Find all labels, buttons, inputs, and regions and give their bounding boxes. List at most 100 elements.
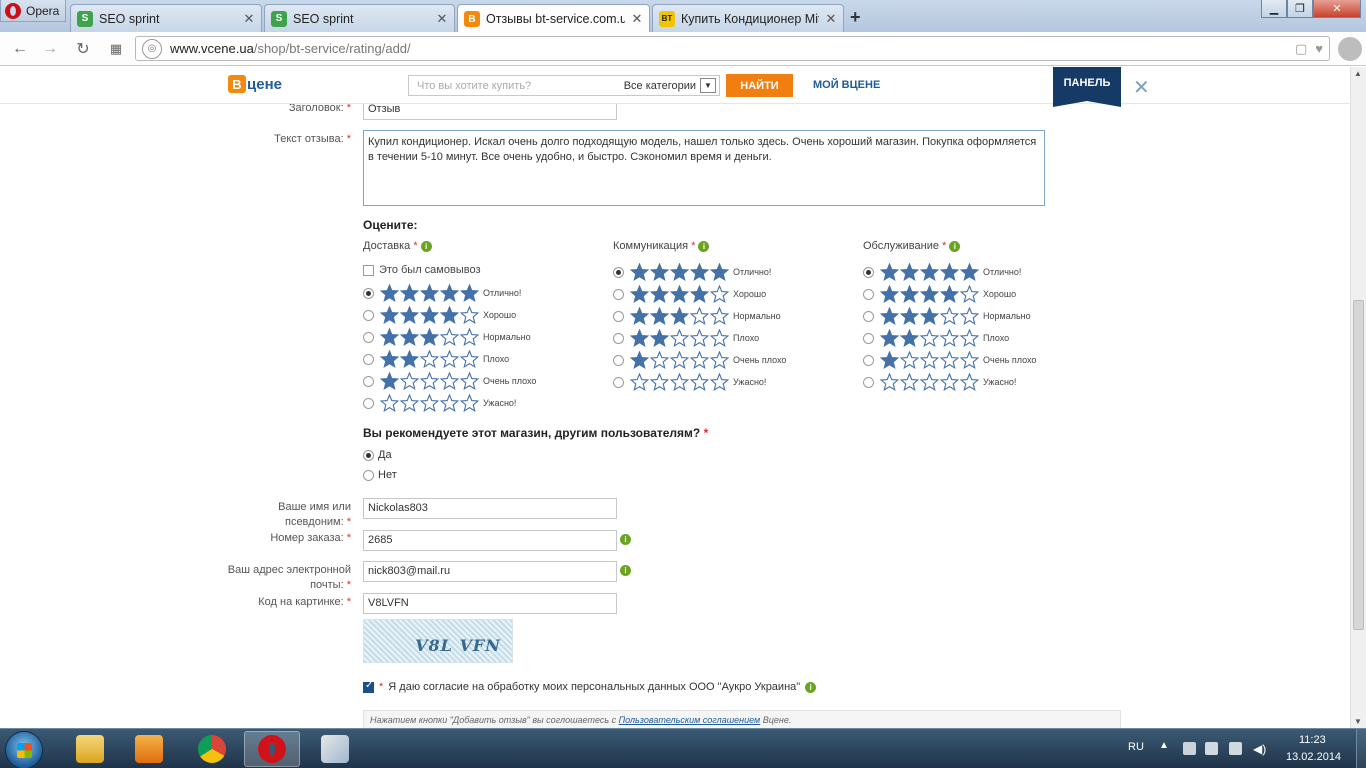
scroll-thumb[interactable] (1353, 300, 1364, 630)
rating-option[interactable]: Плохо (363, 349, 509, 368)
taskbar-opera[interactable] (244, 731, 300, 767)
rating-option[interactable]: Очень плохо (863, 350, 1036, 369)
rating-radio[interactable] (613, 266, 624, 278)
pickup-checkbox[interactable] (363, 264, 374, 276)
bookmark-heart-icon[interactable]: ♥ (1315, 41, 1323, 57)
tab-close-icon[interactable]: ✕ (631, 11, 643, 27)
rating-option[interactable]: Нормально (363, 327, 531, 346)
clock-date[interactable]: 13.02.2014 (1286, 751, 1341, 763)
rating-option[interactable]: Плохо (863, 328, 1009, 347)
rating-option[interactable]: Отлично! (613, 262, 771, 281)
rating-option[interactable]: Ужасно! (863, 372, 1016, 391)
info-icon[interactable]: i (805, 681, 817, 693)
find-button[interactable]: НАЙТИ (726, 74, 793, 97)
taskbar-chrome[interactable] (184, 731, 240, 767)
rating-radio[interactable] (613, 310, 624, 322)
show-desktop-button[interactable] (1356, 729, 1366, 768)
rating-radio[interactable] (863, 376, 874, 388)
forward-arrow-icon[interactable]: → (39, 38, 61, 60)
tab-close-icon[interactable]: ✕ (825, 11, 837, 27)
email-input[interactable]: nick803@mail.ru (363, 561, 617, 582)
rating-radio[interactable] (863, 354, 874, 366)
rating-option[interactable]: Хорошо (363, 305, 516, 324)
info-icon[interactable]: i (620, 534, 631, 545)
taskbar-media-player[interactable] (121, 731, 177, 767)
rating-radio[interactable] (863, 332, 874, 344)
rating-option[interactable]: Хорошо (863, 284, 1016, 303)
scroll-down-arrow-icon[interactable]: ▼ (1354, 717, 1362, 726)
rating-option[interactable]: Хорошо (613, 284, 766, 303)
scroll-up-arrow-icon[interactable]: ▲ (1354, 69, 1362, 78)
rating-radio[interactable] (863, 310, 874, 322)
chevron-down-icon[interactable]: ▼ (700, 78, 716, 93)
browser-tab[interactable]: BT Купить Кондиционер Mit ✕ (652, 4, 844, 32)
browser-tab[interactable]: S SEO sprint ✕ (70, 4, 262, 32)
rating-option[interactable]: Плохо (613, 328, 759, 347)
captcha-input[interactable]: V8LVFN (363, 593, 617, 614)
volume-icon[interactable]: ◀) (1253, 742, 1266, 756)
opera-menu-button[interactable]: Opera (0, 0, 66, 22)
rating-radio[interactable] (363, 287, 374, 299)
category-select[interactable]: Все категории (624, 80, 696, 92)
address-url[interactable]: www.vcene.ua/shop/bt-service/rating/add/ (170, 41, 411, 56)
flag-icon[interactable] (1183, 742, 1196, 755)
back-arrow-icon[interactable]: ← (9, 38, 31, 60)
rating-option[interactable]: Нормально (613, 306, 781, 325)
page-scrollbar[interactable]: ▲ ▼ (1350, 67, 1366, 728)
tab-close-icon[interactable]: ✕ (436, 11, 448, 27)
rating-radio[interactable] (613, 354, 624, 366)
consent-row[interactable]: * Я даю согласие на обработку моих персо… (363, 680, 817, 693)
network-icon[interactable] (1229, 742, 1242, 755)
rating-radio[interactable] (613, 376, 624, 388)
rating-radio[interactable] (363, 397, 374, 409)
taskbar-explorer[interactable] (62, 731, 118, 767)
window-close-icon[interactable]: ✕ (1313, 0, 1361, 18)
recommend-yes-radio[interactable] (363, 449, 374, 461)
rating-radio[interactable] (863, 266, 874, 278)
search-input[interactable]: Что вы хотите купить? Все категории ▼ (408, 75, 720, 96)
tab-close-icon[interactable]: ✕ (243, 11, 255, 27)
rating-radio[interactable] (363, 353, 374, 365)
my-vcene-link[interactable]: МОЙ ВЦЕНЕ (813, 79, 880, 91)
review-textarea[interactable]: Купил кондиционер. Искал очень долго под… (363, 130, 1045, 206)
order-number-input[interactable]: 2685 (363, 530, 617, 551)
rating-radio[interactable] (363, 375, 374, 387)
rating-radio[interactable] (363, 331, 374, 343)
rating-radio[interactable] (613, 288, 624, 300)
taskbar-paint[interactable] (306, 731, 364, 767)
rating-option[interactable]: Ужасно! (363, 393, 516, 412)
recommend-no-radio[interactable] (363, 469, 374, 481)
rating-option[interactable]: Нормально (863, 306, 1031, 325)
name-input[interactable]: Nickolas803 (363, 498, 617, 519)
shield-icon[interactable]: ▢ (1295, 41, 1307, 57)
browser-menu-button[interactable] (1338, 37, 1362, 61)
info-icon[interactable]: i (420, 240, 432, 252)
start-button[interactable] (5, 731, 43, 768)
info-icon[interactable]: i (620, 565, 631, 576)
recommend-no-option[interactable]: Нет (363, 469, 397, 481)
site-info-icon[interactable]: ◎ (142, 38, 162, 59)
rating-option[interactable]: Отлично! (363, 283, 521, 302)
rating-option[interactable]: Очень плохо (363, 371, 536, 390)
usb-device-icon[interactable] (1205, 742, 1218, 755)
browser-tab-active[interactable]: B Отзывы bt-service.com.ua ✕ (457, 4, 650, 33)
info-icon[interactable]: i (949, 240, 961, 252)
rating-option[interactable]: Очень плохо (613, 350, 786, 369)
rating-option[interactable]: Ужасно! (613, 372, 766, 391)
pickup-checkbox-row[interactable]: Это был самовывоз (363, 264, 480, 276)
rating-radio[interactable] (613, 332, 624, 344)
minimize-icon[interactable]: ▁ (1261, 0, 1287, 18)
title-input[interactable]: Отзыв (363, 104, 617, 120)
rating-option[interactable]: Отлично! (863, 262, 1021, 281)
browser-tab[interactable]: S SEO sprint ✕ (264, 4, 455, 32)
close-icon[interactable]: ✕ (1133, 75, 1150, 100)
maximize-icon[interactable]: ❐ (1287, 0, 1313, 18)
vcene-logo[interactable]: В цене (228, 75, 282, 93)
user-agreement-link[interactable]: Пользовательским соглашением (619, 715, 761, 725)
language-indicator[interactable]: RU (1128, 741, 1144, 753)
tray-expand-icon[interactable]: ▲ (1159, 740, 1169, 751)
recommend-yes-option[interactable]: Да (363, 449, 392, 461)
reload-icon[interactable]: ↻ (72, 38, 94, 60)
new-tab-plus-icon[interactable]: + (850, 7, 861, 28)
info-icon[interactable]: i (698, 240, 710, 252)
